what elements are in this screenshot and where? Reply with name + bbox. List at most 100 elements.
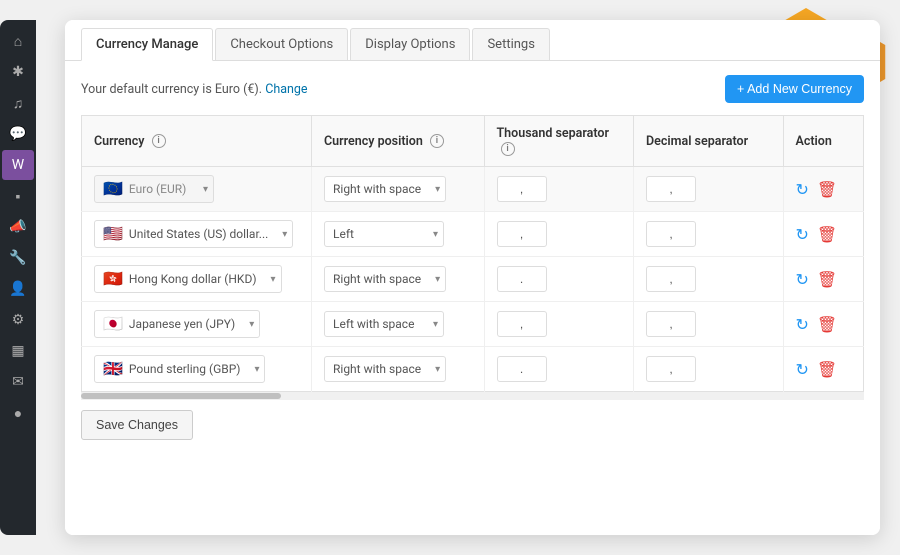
content-area: Your default currency is Euro (€). Chang… (65, 61, 880, 535)
currency-select-hkd[interactable]: 🇭🇰 Hong Kong dollar (HKD) ▾ (94, 265, 282, 293)
tab-display-options[interactable]: Display Options (350, 28, 470, 60)
table-row: 🇪🇺 Euro (EUR) ▾ Right with space ▾ ↻ 🗑 (82, 167, 864, 212)
position-select-usd[interactable]: Left ▾ (324, 221, 444, 247)
decimal-sep-input-eur[interactable] (646, 176, 696, 202)
position-info-icon[interactable]: i (430, 134, 444, 148)
sidebar-icon-wrench[interactable]: 🔧 (2, 243, 34, 273)
currency-select-wrapper-hkd[interactable]: 🇭🇰 Hong Kong dollar (HKD) ▾ (94, 265, 282, 293)
change-currency-link[interactable]: Change (265, 82, 307, 97)
scroll-thumb[interactable] (81, 393, 281, 399)
thousand-sep-cell-gbp (484, 347, 634, 392)
position-select-wrapper-usd[interactable]: Left ▾ (324, 221, 444, 247)
position-cell-usd: Left ▾ (312, 212, 485, 257)
sidebar-icon-music[interactable]: ♫ (2, 88, 34, 118)
action-cell-hkd: ↻ 🗑 (783, 257, 864, 302)
delete-icon-hkd[interactable]: 🗑 (817, 270, 837, 289)
sidebar-icon-grid[interactable]: ▦ (2, 336, 34, 366)
thousand-sep-cell-jpy (484, 302, 634, 347)
decimal-sep-input-jpy[interactable] (646, 311, 696, 337)
tab-currency-manage[interactable]: Currency Manage (81, 28, 213, 61)
thousand-sep-cell-eur (484, 167, 634, 212)
col-header-action: Action (783, 116, 864, 167)
action-cell-gbp: ↻ 🗑 (783, 347, 864, 392)
currency-select-eur[interactable]: 🇪🇺 Euro (EUR) ▾ (94, 175, 214, 203)
decimal-sep-input-gbp[interactable] (646, 356, 696, 382)
position-chevron-icon-hkd: ▾ (435, 274, 440, 285)
position-select-gbp[interactable]: Right with space ▾ (324, 356, 446, 382)
thousand-sep-input-jpy[interactable] (497, 311, 547, 337)
flag-eur: 🇪🇺 (103, 181, 123, 197)
sidebar-icon-chart[interactable]: ▪ (2, 181, 34, 211)
position-select-wrapper-jpy[interactable]: Left with space ▾ (324, 311, 444, 337)
refresh-icon-usd[interactable]: ↻ (796, 225, 809, 244)
decimal-sep-input-hkd[interactable] (646, 266, 696, 292)
sidebar-icon-woocommerce[interactable]: W (2, 150, 34, 180)
flag-hkd: 🇭🇰 (103, 271, 123, 287)
decimal-sep-cell-hkd (634, 257, 784, 302)
currency-table: Currency i Currency position i Thousand … (81, 115, 864, 392)
thousand-sep-input-hkd[interactable] (497, 266, 547, 292)
position-value-gbp: Right with space (333, 362, 421, 376)
table-row: 🇬🇧 Pound sterling (GBP) ▾ Right with spa… (82, 347, 864, 392)
default-currency-label: Your default currency is Euro (€). (81, 82, 262, 97)
currency-select-gbp[interactable]: 🇬🇧 Pound sterling (GBP) ▾ (94, 355, 265, 383)
tab-settings[interactable]: Settings (472, 28, 549, 60)
sidebar-icon-megaphone[interactable]: 📣 (2, 212, 34, 242)
currency-select-jpy[interactable]: 🇯🇵 Japanese yen (JPY) ▾ (94, 310, 260, 338)
sidebar-icon-dot[interactable]: ● (2, 398, 34, 428)
refresh-icon-gbp[interactable]: ↻ (796, 360, 809, 379)
save-changes-button[interactable]: Save Changes (81, 410, 193, 440)
thousand-sep-input-gbp[interactable] (497, 356, 547, 382)
position-select-eur[interactable]: Right with space ▾ (324, 176, 446, 202)
position-select-hkd[interactable]: Right with space ▾ (324, 266, 446, 292)
decimal-sep-input-usd[interactable] (646, 221, 696, 247)
currency-select-usd[interactable]: 🇺🇸 United States (US) dollar... ▾ (94, 220, 293, 248)
position-select-wrapper-gbp[interactable]: Right with space ▾ (324, 356, 446, 382)
action-cell-usd: ↻ 🗑 (783, 212, 864, 257)
position-select-wrapper-eur[interactable]: Right with space ▾ (324, 176, 446, 202)
add-new-currency-button[interactable]: + Add New Currency (725, 75, 864, 103)
currency-cell-gbp: 🇬🇧 Pound sterling (GBP) ▾ (82, 347, 312, 392)
main-content: Currency Manage Checkout Options Display… (65, 20, 880, 535)
currency-cell-usd: 🇺🇸 United States (US) dollar... ▾ (82, 212, 312, 257)
col-header-position: Currency position i (312, 116, 485, 167)
col-header-decimal: Decimal separator (634, 116, 784, 167)
currency-select-wrapper-eur[interactable]: 🇪🇺 Euro (EUR) ▾ (94, 175, 214, 203)
sidebar-icon-gear[interactable]: ⚙ (2, 305, 34, 335)
currency-cell-jpy: 🇯🇵 Japanese yen (JPY) ▾ (82, 302, 312, 347)
delete-icon-gbp[interactable]: 🗑 (817, 360, 837, 379)
refresh-icon-eur[interactable]: ↻ (796, 180, 809, 199)
chevron-down-icon-jpy: ▾ (249, 319, 254, 330)
currency-select-wrapper-usd[interactable]: 🇺🇸 United States (US) dollar... ▾ (94, 220, 293, 248)
position-select-jpy[interactable]: Left with space ▾ (324, 311, 444, 337)
sidebar-icon-chat[interactable]: 💬 (2, 119, 34, 149)
currency-cell-hkd: 🇭🇰 Hong Kong dollar (HKD) ▾ (82, 257, 312, 302)
delete-icon-usd[interactable]: 🗑 (817, 225, 837, 244)
table-row: 🇭🇰 Hong Kong dollar (HKD) ▾ Right with s… (82, 257, 864, 302)
currency-info-icon[interactable]: i (152, 134, 166, 148)
delete-icon-eur[interactable]: 🗑 (817, 180, 837, 199)
action-cell-eur: ↻ 🗑 (783, 167, 864, 212)
sidebar-icon-users[interactable]: 👤 (2, 274, 34, 304)
thousand-info-icon[interactable]: i (501, 142, 515, 156)
sidebar-icon-email[interactable]: ✉ (2, 367, 34, 397)
flag-usd: 🇺🇸 (103, 226, 123, 242)
sidebar-icon-home[interactable]: ⌂ (2, 26, 34, 56)
thousand-sep-cell-hkd (484, 257, 634, 302)
delete-icon-jpy[interactable]: 🗑 (817, 315, 837, 334)
sidebar-icon-settings[interactable]: ✱ (2, 57, 34, 87)
position-chevron-icon-jpy: ▾ (433, 319, 438, 330)
position-chevron-icon-usd: ▾ (433, 229, 438, 240)
action-buttons-eur: ↻ 🗑 (796, 180, 852, 199)
thousand-sep-input-eur[interactable] (497, 176, 547, 202)
currency-select-wrapper-jpy[interactable]: 🇯🇵 Japanese yen (JPY) ▾ (94, 310, 260, 338)
position-cell-gbp: Right with space ▾ (312, 347, 485, 392)
refresh-icon-jpy[interactable]: ↻ (796, 315, 809, 334)
refresh-icon-hkd[interactable]: ↻ (796, 270, 809, 289)
tab-checkout-options[interactable]: Checkout Options (215, 28, 348, 60)
position-select-wrapper-hkd[interactable]: Right with space ▾ (324, 266, 446, 292)
flag-gbp: 🇬🇧 (103, 361, 123, 377)
thousand-sep-input-usd[interactable] (497, 221, 547, 247)
currency-select-wrapper-gbp[interactable]: 🇬🇧 Pound sterling (GBP) ▾ (94, 355, 265, 383)
currency-name-hkd: Hong Kong dollar (HKD) (129, 272, 257, 286)
